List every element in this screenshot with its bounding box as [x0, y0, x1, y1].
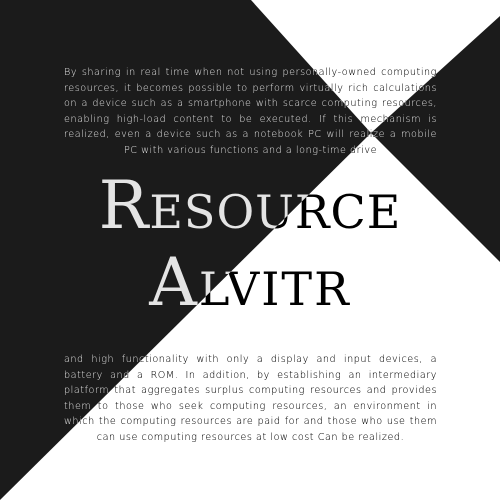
title-line-resource: Resource: [98, 167, 402, 244]
title-line-alvitr: Alvitr: [149, 244, 351, 321]
poster-canvas: By sharing in real time when not using p…: [0, 0, 500, 500]
intro-paragraph: By sharing in real time when not using p…: [64, 67, 437, 156]
closing-paragraph: and high functionality with only a displ…: [64, 354, 437, 443]
